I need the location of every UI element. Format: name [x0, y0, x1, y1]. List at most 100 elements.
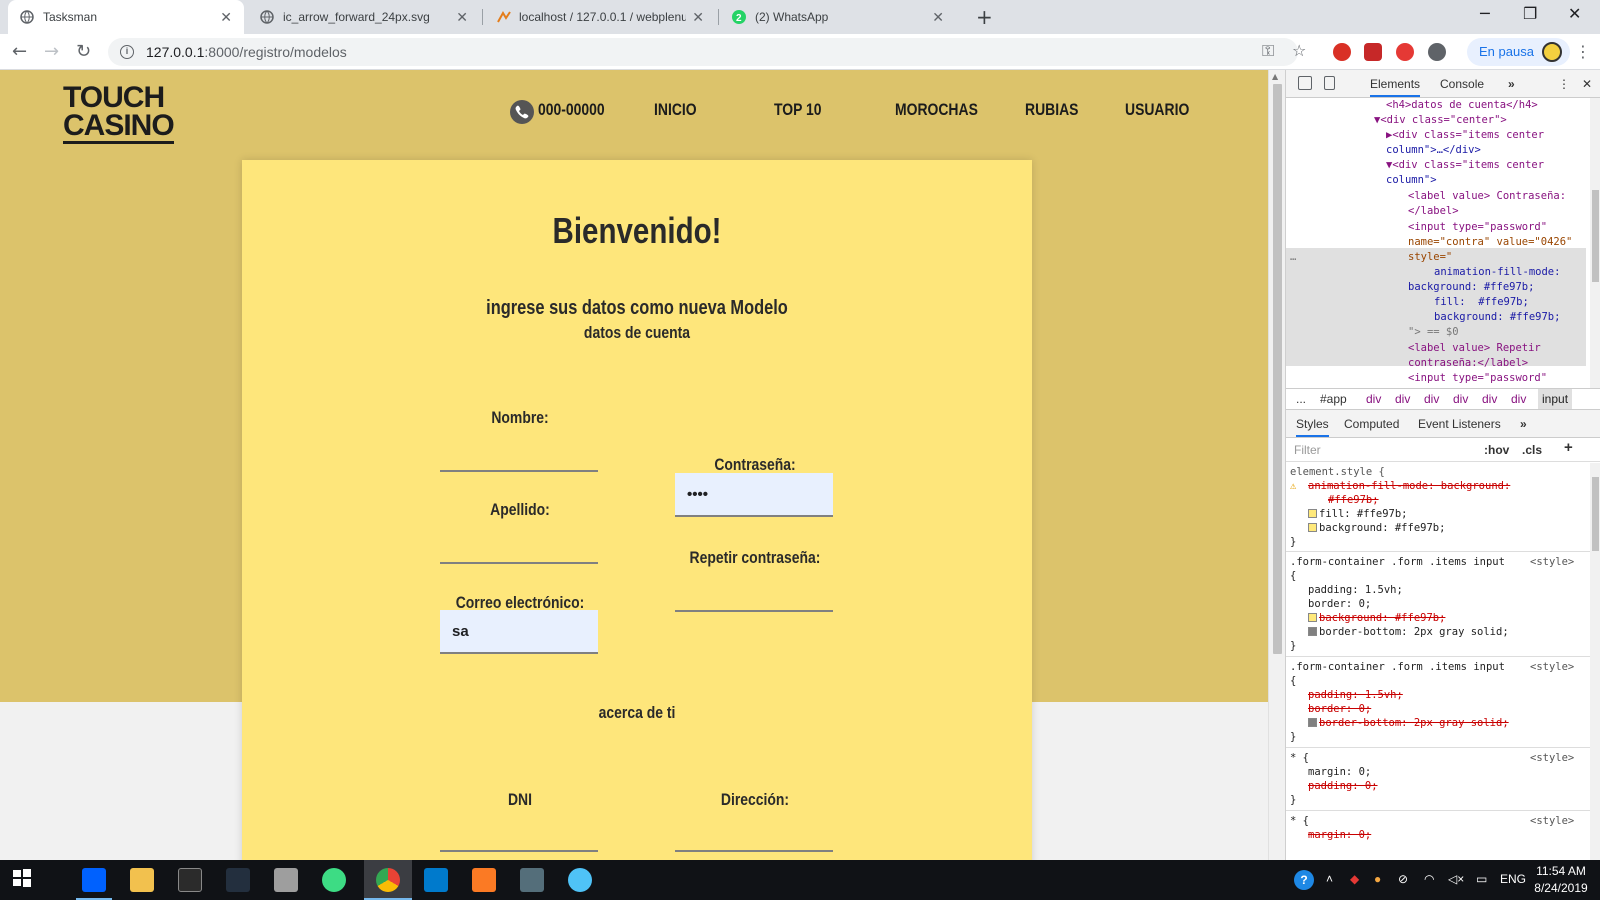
dom-line[interactable]: <label value> Repetir: [1408, 341, 1541, 356]
css-decl-overridden[interactable]: padding: 1.5vh;: [1308, 689, 1403, 703]
dom-line[interactable]: <input type="password": [1408, 220, 1547, 235]
cls-toggle[interactable]: .cls: [1522, 443, 1542, 457]
site-logo[interactable]: TOUCH CASINO: [63, 83, 175, 144]
css-decl-overridden[interactable]: border-bottom: 2px gray solid;: [1308, 717, 1509, 731]
color-swatch[interactable]: [1308, 523, 1317, 532]
store-icon[interactable]: [178, 868, 202, 892]
windows-start-icon[interactable]: [12, 868, 36, 892]
key-icon[interactable]: ⚿: [1262, 41, 1274, 61]
nav-rubias[interactable]: RUBIAS: [1025, 100, 1078, 120]
tab-computed[interactable]: Computed: [1344, 417, 1399, 431]
dom-line[interactable]: <label value> Contraseña:: [1408, 189, 1566, 204]
hov-toggle[interactable]: :hov: [1484, 443, 1509, 457]
notification-icon[interactable]: ▭: [1476, 872, 1487, 886]
wifi-icon[interactable]: ◠: [1424, 872, 1434, 886]
close-tab-icon[interactable]: ✕: [456, 9, 468, 26]
nav-inicio[interactable]: INICIO: [654, 100, 697, 120]
extension-icon[interactable]: [1428, 43, 1446, 61]
android-studio-icon[interactable]: [322, 868, 346, 892]
breadcrumb-item[interactable]: div: [1395, 389, 1410, 409]
scroll-thumb[interactable]: [1592, 477, 1599, 551]
address-bar[interactable]: i 127.0.0.1:8000/registro/modelos: [108, 38, 1298, 66]
rule-selector[interactable]: .form-container .form .items input: [1290, 661, 1505, 675]
dom-line[interactable]: fill: #ffe97b;: [1434, 295, 1529, 310]
tab-whatsapp[interactable]: 2 (2) WhatsApp ✕: [720, 0, 956, 34]
color-swatch[interactable]: [1308, 627, 1317, 636]
css-decl-overridden[interactable]: margin: 0;: [1308, 829, 1371, 843]
nav-morochas[interactable]: MOROCHAS: [895, 100, 978, 120]
dom-line[interactable]: name="contra" value="0426": [1408, 235, 1572, 250]
direccion-input[interactable]: [675, 808, 833, 852]
tab-styles[interactable]: Styles: [1296, 417, 1329, 437]
tab-event-listeners[interactable]: Event Listeners: [1418, 417, 1501, 431]
bookmark-star-icon[interactable]: ☆: [1292, 41, 1306, 60]
app-icon[interactable]: [274, 868, 298, 892]
rule-selector[interactable]: * {: [1290, 752, 1309, 766]
tab-elements[interactable]: Elements: [1370, 77, 1421, 97]
devtools-close-icon[interactable]: ✕: [1582, 77, 1592, 91]
rule-selector[interactable]: .form-container .form .items input: [1290, 556, 1505, 570]
new-tab-button[interactable]: +: [976, 5, 993, 29]
add-rule-icon[interactable]: +: [1564, 439, 1573, 456]
breadcrumb-item[interactable]: div: [1511, 389, 1526, 409]
extension-icon[interactable]: [1364, 43, 1382, 61]
page-scrollbar[interactable]: ▲: [1268, 70, 1285, 860]
password-field[interactable]: ••••: [675, 473, 833, 517]
breadcrumb-item-active[interactable]: input: [1538, 389, 1573, 409]
styles-scrollbar[interactable]: [1590, 463, 1600, 860]
color-swatch[interactable]: [1308, 613, 1317, 622]
apellido-input[interactable]: [440, 520, 598, 564]
help-icon[interactable]: ?: [1294, 870, 1314, 890]
dom-line[interactable]: animation-fill-mode:: [1434, 265, 1560, 280]
rule-selector[interactable]: element.style {: [1290, 466, 1385, 480]
breadcrumb-item[interactable]: div: [1453, 389, 1468, 409]
back-icon[interactable]: ←: [12, 41, 27, 62]
extension-icon[interactable]: [1396, 43, 1414, 61]
breadcrumb-item[interactable]: div: [1366, 389, 1381, 409]
tab-svg[interactable]: ic_arrow_forward_24px.svg ✕: [248, 0, 480, 34]
breadcrumb-item[interactable]: #app: [1320, 389, 1347, 409]
repeat-password-field[interactable]: [675, 568, 833, 612]
dom-line[interactable]: style=": [1408, 250, 1452, 265]
chevron-up-icon[interactable]: ˄: [1326, 872, 1333, 886]
node-actions-icon[interactable]: …: [1290, 250, 1296, 265]
scroll-thumb[interactable]: [1273, 84, 1282, 654]
css-decl[interactable]: fill: #ffe97b;: [1308, 508, 1408, 522]
color-swatch[interactable]: [1308, 718, 1317, 727]
network-off-icon[interactable]: ⊘: [1398, 872, 1408, 886]
dom-line[interactable]: <h4>datos de cuenta</h4>: [1386, 98, 1538, 113]
dom-line[interactable]: <input type="password": [1408, 371, 1547, 386]
nombre-input[interactable]: [440, 428, 598, 472]
chrome-icon[interactable]: [376, 868, 400, 892]
dom-line[interactable]: background: #ffe97b;: [1408, 280, 1534, 295]
rule-source[interactable]: <style>: [1530, 556, 1574, 570]
nav-usuario[interactable]: USUARIO: [1125, 100, 1189, 120]
rule-source[interactable]: <style>: [1530, 815, 1574, 829]
dom-line[interactable]: ▼<div class="items center: [1386, 158, 1544, 173]
email-field[interactable]: sa: [440, 610, 598, 654]
close-tab-icon[interactable]: ✕: [220, 9, 232, 26]
dom-line[interactable]: ▼<div class="center">: [1374, 113, 1507, 128]
forward-icon[interactable]: →: [44, 41, 59, 62]
dropbox-icon[interactable]: [82, 868, 106, 892]
css-decl-invalid[interactable]: #ffe97b;: [1328, 494, 1379, 508]
css-decl[interactable]: border-bottom: 2px gray solid;: [1308, 626, 1509, 640]
dom-tree-scrollbar[interactable]: [1590, 98, 1600, 388]
more-tabs-icon[interactable]: »: [1508, 77, 1515, 91]
taskbar-clock[interactable]: 11:54 AM 8/24/2019: [1526, 863, 1596, 897]
dom-tree[interactable]: … <h4>datos de cuenta</h4> ▼<div class="…: [1286, 98, 1586, 388]
volume-icon[interactable]: ◁×: [1448, 872, 1464, 886]
close-window-icon[interactable]: ✕: [1568, 4, 1581, 23]
dom-line[interactable]: ▶<div class="items center: [1386, 128, 1544, 143]
css-decl[interactable]: background: #ffe97b;: [1308, 522, 1445, 536]
tray-app-icon[interactable]: ●: [1374, 872, 1381, 886]
dom-line[interactable]: "> == $0: [1408, 325, 1459, 340]
reload-icon[interactable]: ↻: [76, 41, 91, 62]
amazon-icon[interactable]: [226, 868, 250, 892]
color-swatch[interactable]: [1308, 509, 1317, 518]
dni-input[interactable]: [440, 808, 598, 852]
language-indicator[interactable]: ENG: [1500, 872, 1526, 886]
css-decl-overridden[interactable]: padding: 0;: [1308, 780, 1378, 794]
scroll-up-icon[interactable]: ▲: [1272, 72, 1278, 81]
dom-line[interactable]: </label>: [1408, 204, 1459, 219]
